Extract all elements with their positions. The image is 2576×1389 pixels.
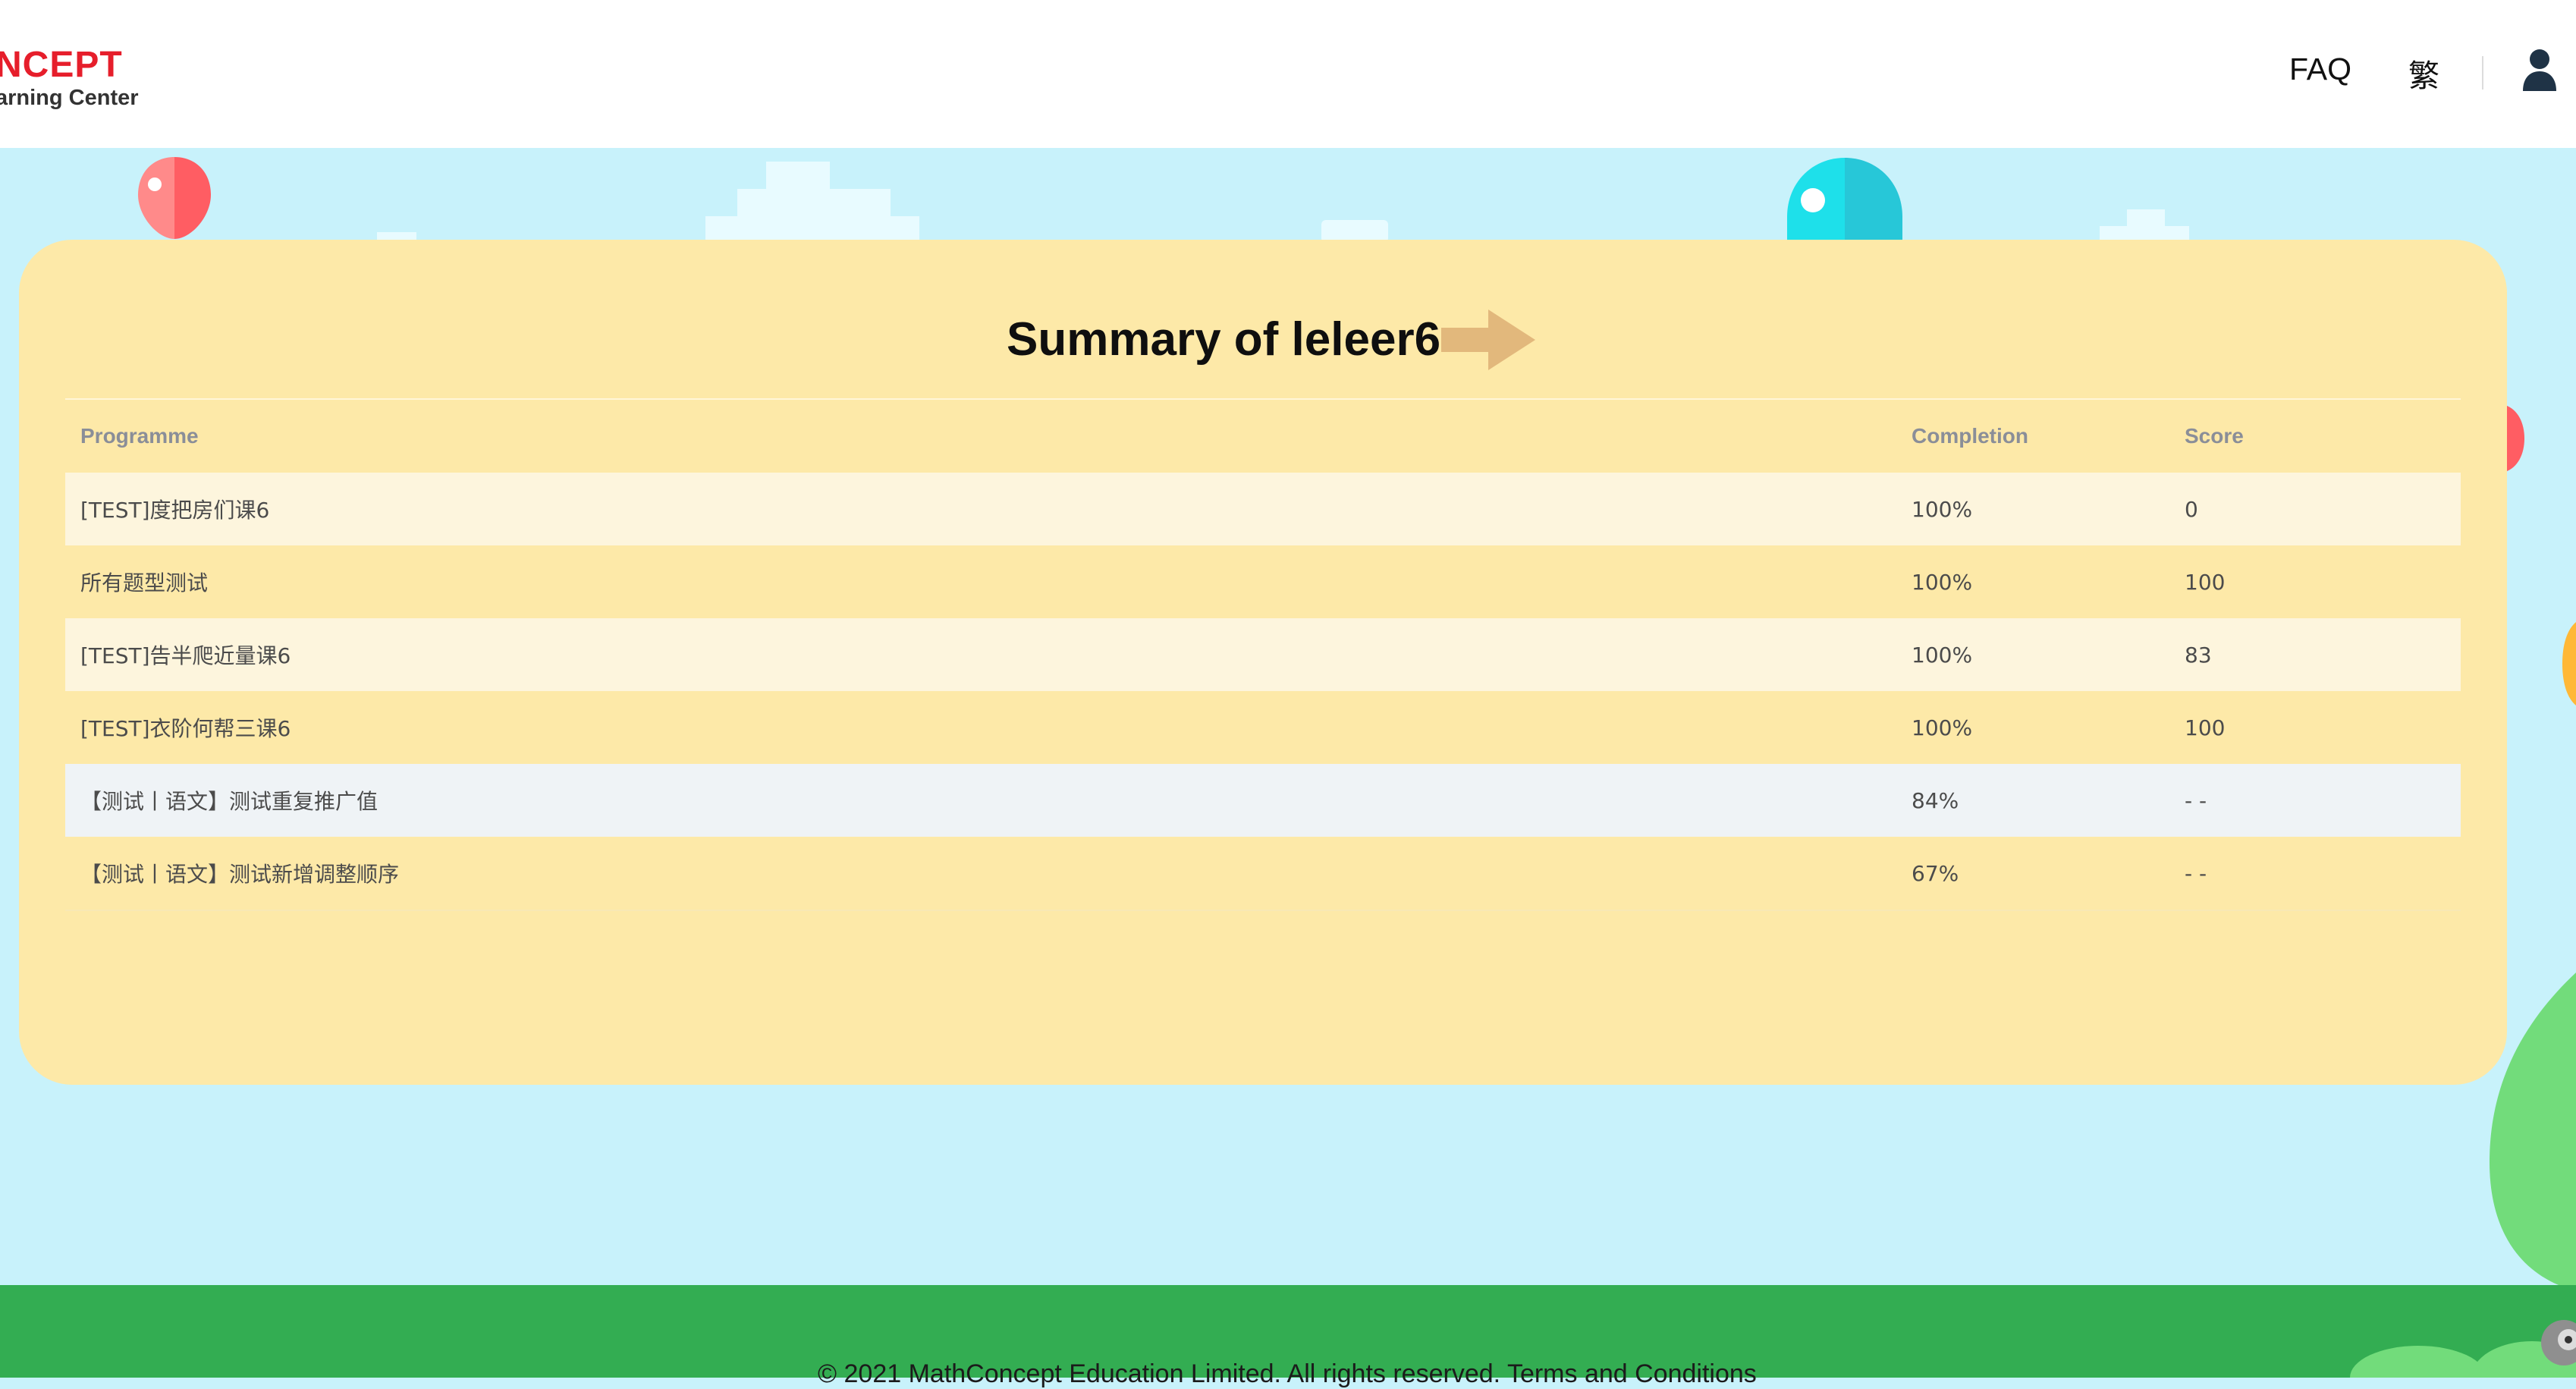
copyright-text: © 2021 MathConcept Education Limited. Al… [818,1359,1501,1388]
balloon-orange-edge-decoration [2562,622,2576,705]
logo-title: NCEPT [0,45,123,85]
table-row[interactable]: [TEST]度把房们课6 100% 0 [65,473,2461,545]
footer-text: © 2021 MathConcept Education Limited. Al… [818,1359,1757,1389]
programme-cell: [TEST]度把房们课6 [65,473,1896,545]
balloon-red-decoration [138,157,211,239]
top-header: NCEPT arning Center FAQ 繁 [0,0,2576,148]
column-header-programme: Programme [80,424,199,448]
table-row[interactable]: [TEST]衣阶何帮三课6 100% 100 [65,691,2461,764]
column-header-score: Score [2185,424,2244,448]
score-cell: - - [2169,837,2461,911]
table-header-row: Programme Completion Score [65,400,2461,473]
programme-cell: 【测试丨语文】测试新增调整顺序 [65,837,1896,911]
mascot-decoration [2541,1320,2576,1365]
summary-card: Summary of leleer6 Programme Completion … [19,240,2507,1085]
language-switch[interactable]: 繁 [2408,50,2439,96]
table-row[interactable]: 【测试丨语文】测试新增调整顺序 67% - - [65,837,2461,911]
page-title: Summary of leleer6 [1007,313,1441,366]
completion-cell: 100% [1896,618,2169,691]
cloud-decoration [705,162,919,242]
score-cell: - - [2169,764,2461,837]
user-icon[interactable] [2521,49,2558,95]
table-row[interactable]: 所有题型测试 100% 100 [65,545,2461,618]
score-cell: 100 [2169,691,2461,764]
score-cell: 0 [2169,473,2461,545]
title-row: Summary of leleer6 [19,302,2507,378]
programme-cell: 所有题型测试 [65,545,1896,618]
faq-link[interactable]: FAQ [2289,52,2351,87]
column-header-completion: Completion [1912,424,2028,448]
completion-cell: 84% [1896,764,2169,837]
nav-divider [2482,56,2483,90]
score-cell: 83 [2169,618,2461,691]
programme-cell: [TEST]告半爬近量课6 [65,618,1896,691]
completion-cell: 67% [1896,837,2169,911]
terms-link[interactable]: Terms and Conditions [1507,1359,1757,1388]
completion-cell: 100% [1896,545,2169,618]
balloon-teal-decoration [1787,158,1902,244]
summary-table: Programme Completion Score [TEST]度把房们课6 … [65,400,2461,911]
table-row[interactable]: 【测试丨语文】测试重复推广值 84% - - [65,764,2461,837]
programme-cell: 【测试丨语文】测试重复推广值 [65,764,1896,837]
table-row[interactable]: [TEST]告半爬近量课6 100% 83 [65,618,2461,691]
cloud-right-decoration [2100,209,2189,243]
arrow-right-icon [1441,310,1535,370]
footer: © 2021 MathConcept Education Limited. Al… [0,1285,2576,1388]
completion-cell: 100% [1896,473,2169,545]
score-cell: 100 [2169,545,2461,618]
completion-cell: 100% [1896,691,2169,764]
logo[interactable]: NCEPT arning Center [0,44,139,111]
programme-cell: [TEST]衣阶何帮三课6 [65,691,1896,764]
logo-subtitle: arning Center [0,86,139,110]
